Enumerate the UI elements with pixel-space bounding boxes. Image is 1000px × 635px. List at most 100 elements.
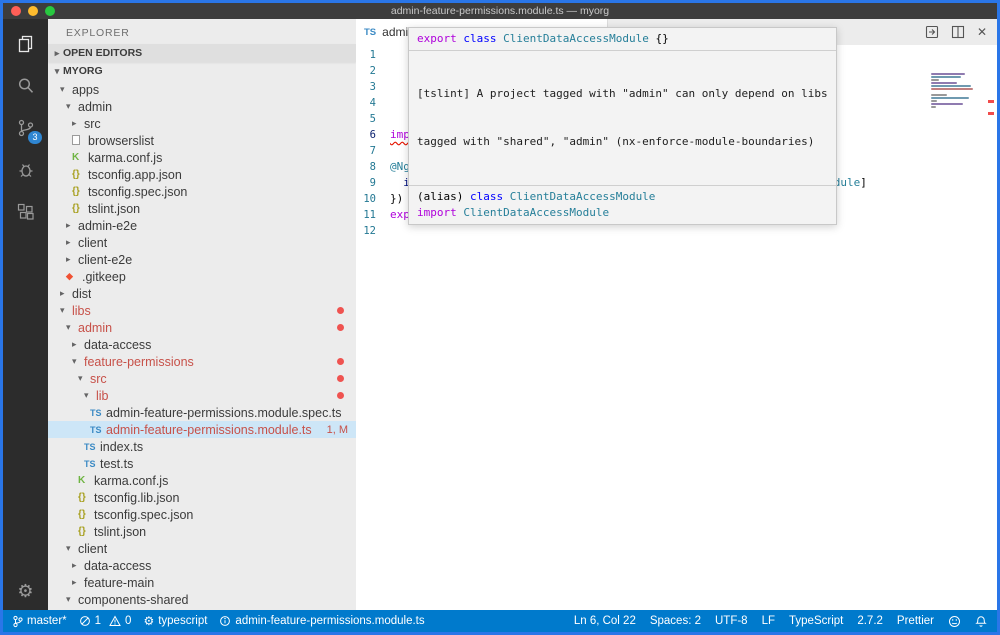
tree-item-admin-e2e[interactable]: ▸admin-e2e	[48, 217, 356, 234]
tree-item-src[interactable]: ▸src	[48, 608, 356, 610]
tree-item-label: apps	[72, 83, 99, 97]
tree-item-karma.conf.js[interactable]: Kkarma.conf.js	[48, 472, 356, 489]
git-branch-item[interactable]: master*	[13, 615, 67, 628]
tree-item-data-access[interactable]: ▸data-access	[48, 557, 356, 574]
tree-item-data-access[interactable]: ▸data-access	[48, 336, 356, 353]
indentation[interactable]: Spaces: 2	[650, 615, 701, 627]
tree-item-admin-feature-permissions.module.ts[interactable]: TSadmin-feature-permissions.module.ts1, …	[48, 421, 356, 438]
tree-item-components-shared[interactable]: ▾components-shared	[48, 591, 356, 608]
hover-alias-info: (alias) class ClientDataAccessModuleimpo…	[409, 185, 836, 224]
ts-version[interactable]: 2.7.2	[857, 615, 883, 627]
tree-item-admin[interactable]: ▾admin	[48, 319, 356, 336]
minimize-window-button[interactable]	[28, 6, 38, 16]
tree-item-label: admin-e2e	[78, 219, 137, 233]
status-bar: master* 1 0 ⚙ typescript	[3, 610, 997, 632]
code-token: ClientDataAccessModule	[463, 206, 609, 219]
search-icon[interactable]	[3, 65, 48, 107]
tree-item-tsconfig.spec.json[interactable]: {}tsconfig.spec.json	[48, 506, 356, 523]
tree-item-apps[interactable]: ▾apps	[48, 81, 356, 98]
tree-item-client[interactable]: ▾client	[48, 540, 356, 557]
tree-item-label: data-access	[84, 338, 151, 352]
tree-item-.gitkeep[interactable]: ◆.gitkeep	[48, 268, 356, 285]
json-file-icon: {}	[78, 509, 94, 520]
open-changes-icon[interactable]	[925, 25, 939, 39]
debug-icon[interactable]	[3, 149, 48, 191]
chevron-down-icon: ▾	[84, 390, 96, 401]
tree-item-tslint.json[interactable]: {}tslint.json	[48, 200, 356, 217]
tree-item-tsconfig.app.json[interactable]: {}tsconfig.app.json	[48, 166, 356, 183]
minimap[interactable]	[931, 73, 981, 108]
error-marker	[988, 100, 994, 103]
file-info-item[interactable]: admin-feature-permissions.module.ts	[219, 615, 424, 627]
editor-actions: ✕	[925, 19, 997, 45]
tree-item-client[interactable]: ▸client	[48, 234, 356, 251]
tree-item-label: admin	[78, 100, 112, 114]
source-control-icon[interactable]: 3	[3, 107, 48, 149]
git-branch-icon	[13, 615, 23, 628]
code-line-12[interactable]: 12	[356, 223, 997, 239]
tree-item-admin-feature-permissions.module.spec.ts[interactable]: TSadmin-feature-permissions.module.spec.…	[48, 404, 356, 421]
tree-item-dist[interactable]: ▸dist	[48, 285, 356, 302]
modified-dot	[337, 307, 344, 314]
close-window-button[interactable]	[11, 6, 21, 16]
line-number: 4	[356, 95, 390, 111]
chevron-down-icon: ▾	[60, 305, 72, 316]
window-title: admin-feature-permissions.module.ts — my…	[3, 5, 997, 17]
split-editor-icon[interactable]	[951, 25, 965, 39]
settings-gear-icon[interactable]: ⚙	[17, 581, 33, 602]
ts-file-icon: TS	[364, 27, 376, 38]
tree-item-label: tslint.json	[94, 525, 146, 539]
zoom-window-button[interactable]	[45, 6, 55, 16]
tree-item-feature-main[interactable]: ▸feature-main	[48, 574, 356, 591]
close-editor-icon[interactable]: ✕	[977, 25, 987, 39]
tree-item-tslint.json[interactable]: {}tslint.json	[48, 523, 356, 540]
tree-item-client-e2e[interactable]: ▸client-e2e	[48, 251, 356, 268]
info-icon	[219, 615, 231, 627]
explorer-icon[interactable]	[3, 23, 48, 65]
tree-item-label: client	[78, 236, 107, 250]
feedback-smiley-icon[interactable]	[948, 615, 961, 628]
extensions-icon[interactable]	[3, 191, 48, 233]
problems-item[interactable]: 1 0	[79, 615, 132, 627]
tree-item-label: .gitkeep	[82, 270, 126, 284]
activity-bar: 3 ⚙	[3, 19, 48, 610]
tree-item-src[interactable]: ▾src	[48, 370, 356, 387]
popup-code-line: export class ClientDataAccessModule {}	[417, 31, 828, 47]
cursor-position[interactable]: Ln 6, Col 22	[574, 615, 636, 627]
tree-item-label: admin	[78, 321, 112, 335]
tree-item-label: tsconfig.spec.json	[88, 185, 187, 199]
tree-item-tsconfig.spec.json[interactable]: {}tsconfig.spec.json	[48, 183, 356, 200]
tree-item-label: admin-feature-permissions.module.spec.ts	[106, 406, 342, 420]
tree-item-tsconfig.lib.json[interactable]: {}tsconfig.lib.json	[48, 489, 356, 506]
overview-ruler[interactable]	[987, 45, 995, 610]
formatter[interactable]: Prettier	[897, 615, 934, 627]
code-token: {}	[649, 32, 669, 45]
encoding[interactable]: UTF-8	[715, 615, 748, 627]
tree-item-test.ts[interactable]: TStest.ts	[48, 455, 356, 472]
eol-type[interactable]: LF	[762, 615, 775, 627]
language-mode[interactable]: TypeScript	[789, 615, 843, 627]
tree-item-index.ts[interactable]: TSindex.ts	[48, 438, 356, 455]
chevron-down-icon: ▾	[66, 543, 78, 554]
tree-item-karma.conf.js[interactable]: Kkarma.conf.js	[48, 149, 356, 166]
tree-item-label: feature-permissions	[84, 355, 194, 369]
tree-item-label: karma.conf.js	[88, 151, 162, 165]
json-file-icon: {}	[72, 169, 88, 180]
workspace-root-header[interactable]: ▾ MYORG	[48, 62, 356, 80]
tree-item-feature-permissions[interactable]: ▾feature-permissions	[48, 353, 356, 370]
scm-badge: 3	[28, 131, 42, 144]
chevron-right-icon: ▸	[66, 220, 78, 231]
open-editors-header[interactable]: ▸ OPEN EDITORS	[48, 44, 356, 62]
error-icon	[79, 615, 91, 627]
tree-item-src[interactable]: ▸src	[48, 115, 356, 132]
tree-item-browserslist[interactable]: browserslist	[48, 132, 356, 149]
tree-item-libs[interactable]: ▾libs	[48, 302, 356, 319]
tree-item-admin[interactable]: ▾admin	[48, 98, 356, 115]
chevron-down-icon: ▾	[66, 101, 78, 112]
tree-item-label: browserslist	[88, 134, 154, 148]
notifications-bell-icon[interactable]	[975, 615, 987, 628]
line-text: })	[390, 191, 403, 207]
hover-tooltip: export class ClientDataAccessModule {} […	[408, 27, 837, 225]
tree-item-lib[interactable]: ▾lib	[48, 387, 356, 404]
language-status-item[interactable]: ⚙ typescript	[143, 615, 207, 627]
